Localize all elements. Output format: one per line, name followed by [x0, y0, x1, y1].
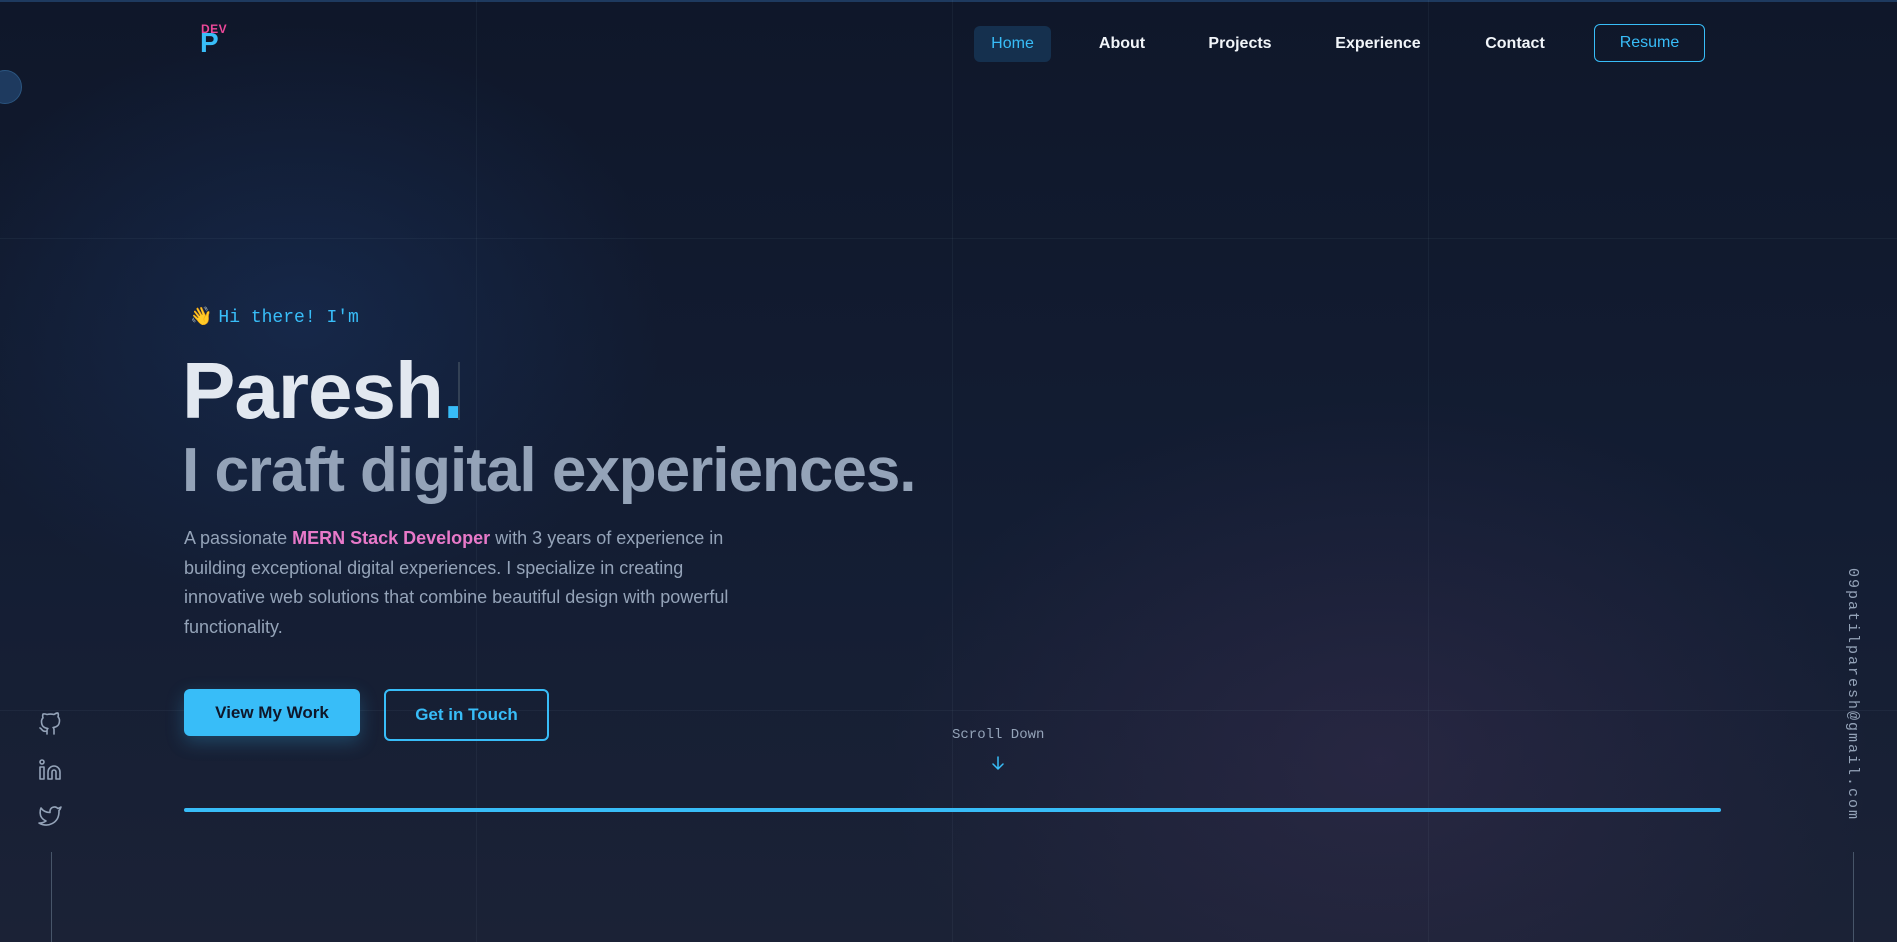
twitter-icon[interactable]	[38, 804, 62, 828]
name-dot: .	[442, 346, 465, 435]
name-text: Paresh	[182, 346, 444, 435]
grid-line	[0, 238, 1897, 239]
resume-button[interactable]: Resume	[1594, 24, 1705, 62]
desc-text: A passionate	[184, 528, 293, 548]
desc-highlight: MERN Stack Developer	[292, 528, 491, 548]
arrow-down-icon[interactable]	[990, 755, 1006, 771]
grid-line	[952, 0, 953, 942]
email-divider-line	[1853, 852, 1854, 942]
hero-tagline: I craft digital experiences.	[182, 436, 917, 505]
hero-name: Paresh.	[182, 346, 465, 436]
scroll-progress-bar	[184, 808, 1721, 812]
top-border	[0, 0, 1897, 2]
view-work-button[interactable]: View My Work	[184, 689, 360, 736]
linkedin-icon[interactable]	[38, 758, 62, 782]
nav-home[interactable]: Home	[974, 26, 1051, 62]
typing-cursor	[458, 362, 460, 420]
email-link[interactable]: 09patilparesh@gmail.com	[1841, 568, 1861, 828]
get-in-touch-button[interactable]: Get in Touch	[384, 689, 549, 741]
logo-letter: P	[200, 27, 219, 58]
nav-contact[interactable]: Contact	[1475, 26, 1555, 62]
github-icon[interactable]	[38, 712, 62, 736]
wave-icon: 👋	[190, 306, 213, 327]
social-divider-line	[51, 852, 52, 942]
greeting-text: Hi there! I'm	[218, 308, 359, 328]
nav-experience[interactable]: Experience	[1326, 26, 1430, 62]
nav-projects[interactable]: Projects	[1196, 26, 1284, 62]
site-logo[interactable]: DEV P	[200, 22, 230, 58]
scroll-down-label[interactable]: Scroll Down	[952, 727, 1044, 743]
hero-greeting: 👋 Hi there! I'm	[190, 306, 359, 328]
nav-about[interactable]: About	[1083, 26, 1161, 62]
hero-description: A passionate MERN Stack Developer with 3…	[184, 524, 764, 642]
grid-line	[1428, 0, 1429, 942]
